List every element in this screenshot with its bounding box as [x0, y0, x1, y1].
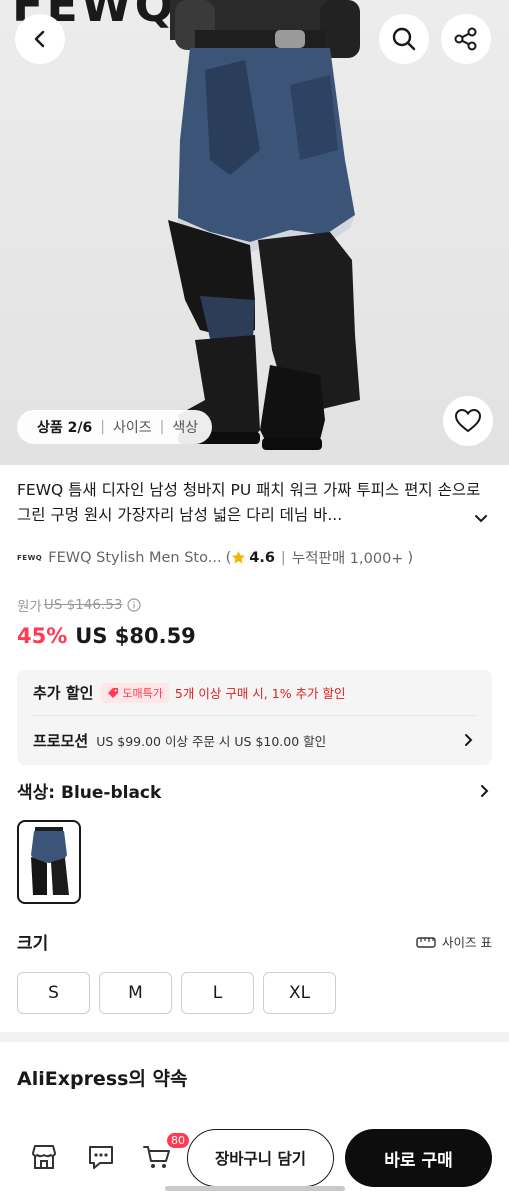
store-icon: [32, 1145, 56, 1169]
promotion-text: US $99.00 이상 주문 시 US $10.00 할인: [96, 733, 327, 749]
back-button[interactable]: [15, 14, 65, 64]
chat-button[interactable]: [84, 1140, 118, 1174]
promise-title: AliExpress의 약속: [17, 1068, 188, 1090]
add-to-cart-button[interactable]: 장바구니 담기: [187, 1129, 334, 1187]
product-image-gallery[interactable]: FEWQ 상품 2/6 | 사이즈 | 색상: [0, 0, 509, 465]
back-icon: [34, 30, 45, 48]
promotion-label: 프로모션: [33, 731, 89, 750]
search-button[interactable]: [379, 14, 429, 64]
heart-icon: [454, 408, 482, 433]
pager-divider: |: [159, 419, 165, 435]
star-icon: [232, 551, 246, 564]
share-icon: [454, 27, 477, 51]
product-photo: [168, 0, 360, 450]
tab-color-image[interactable]: 색상: [172, 417, 198, 437]
size-option-s[interactable]: S: [17, 972, 90, 1014]
promo-divider: [33, 715, 476, 716]
buy-now-button[interactable]: 바로 구매: [345, 1129, 492, 1187]
chat-icon: [89, 1146, 113, 1169]
original-price-label: 원가: [17, 599, 42, 615]
size-options: S M L XL: [17, 972, 345, 1014]
original-price-row: 원가 US $146.53: [17, 595, 142, 615]
store-name: FEWQ Stylish Men Sto...: [48, 549, 222, 566]
store-button[interactable]: [27, 1140, 61, 1174]
current-price: US $80.59: [75, 624, 196, 648]
extra-discount-text: 5개 이상 구매 시, 1% 추가 할인: [174, 686, 346, 701]
promotion-row[interactable]: 프로모션 US $99.00 이상 주문 시 US $10.00 할인: [33, 725, 476, 755]
tab-size-image[interactable]: 사이즈: [113, 417, 152, 437]
extra-discount-row: 추가 할인 도매특가 5개 이상 구매 시, 1% 추가 할인: [33, 682, 346, 703]
size-chart-label: 사이즈 표: [442, 935, 492, 950]
product-title: FEWQ 틈새 디자인 남성 청바지 PU 패치 워크 가짜 투피스 편지 손으…: [17, 481, 481, 524]
image-pager: 상품 2/6 | 사이즈 | 색상: [17, 410, 213, 444]
store-logo: FEWQ: [17, 553, 43, 562]
discount-percent: 45%: [17, 624, 68, 648]
wholesale-badge: 도매특가: [101, 682, 169, 703]
store-divider: |: [280, 549, 286, 566]
extra-discount-label: 추가 할인: [33, 684, 94, 702]
size-chart-link[interactable]: 사이즈 표: [416, 932, 492, 951]
search-icon: [392, 27, 416, 51]
share-button[interactable]: [441, 14, 491, 64]
tag-icon: [108, 687, 119, 698]
product-page: FEWQ 상품 2/6 | 사이즈 | 색상 FEWQ 틈새 디자인 남성 청바…: [0, 0, 509, 1200]
info-icon[interactable]: [127, 598, 142, 612]
size-option-m[interactable]: M: [99, 972, 172, 1014]
store-link[interactable]: FEWQ FEWQ Stylish Men Sto... ( 4.6 | 누적판…: [17, 547, 413, 568]
color-label: 색상: Blue-black: [17, 783, 162, 803]
store-rating: 4.6: [249, 549, 275, 566]
wishlist-button[interactable]: [443, 396, 493, 446]
home-indicator[interactable]: [165, 1186, 345, 1191]
paren-close: ): [407, 549, 414, 566]
swatch-thumbnail: [31, 827, 69, 895]
cart-count-badge: 80: [165, 1131, 191, 1150]
color-swatch-selected[interactable]: [17, 820, 81, 904]
section-divider: [0, 1032, 509, 1042]
size-chart-icon: [416, 936, 436, 948]
promotion-box: 추가 할인 도매특가 5개 이상 구매 시, 1% 추가 할인 프로모션 US …: [17, 670, 492, 765]
original-price: US $146.53: [43, 597, 123, 613]
size-option-l[interactable]: L: [181, 972, 254, 1014]
chevron-right-icon: [481, 784, 489, 797]
chevron-down-icon[interactable]: [472, 510, 490, 528]
price-row: 45% US $80.59: [17, 624, 196, 648]
pager-divider: |: [100, 419, 105, 435]
size-label: 크기: [17, 934, 49, 954]
size-option-xl[interactable]: XL: [263, 972, 336, 1014]
wholesale-badge-label: 도매특가: [122, 686, 163, 700]
color-selector-row[interactable]: 색상: Blue-black: [17, 778, 492, 803]
size-selector-row: 크기 사이즈 표: [17, 929, 492, 954]
sales-count: 누적판매 1,000+: [291, 551, 404, 567]
image-counter: 상품 2/6: [37, 420, 93, 436]
chevron-right-icon: [465, 734, 473, 746]
